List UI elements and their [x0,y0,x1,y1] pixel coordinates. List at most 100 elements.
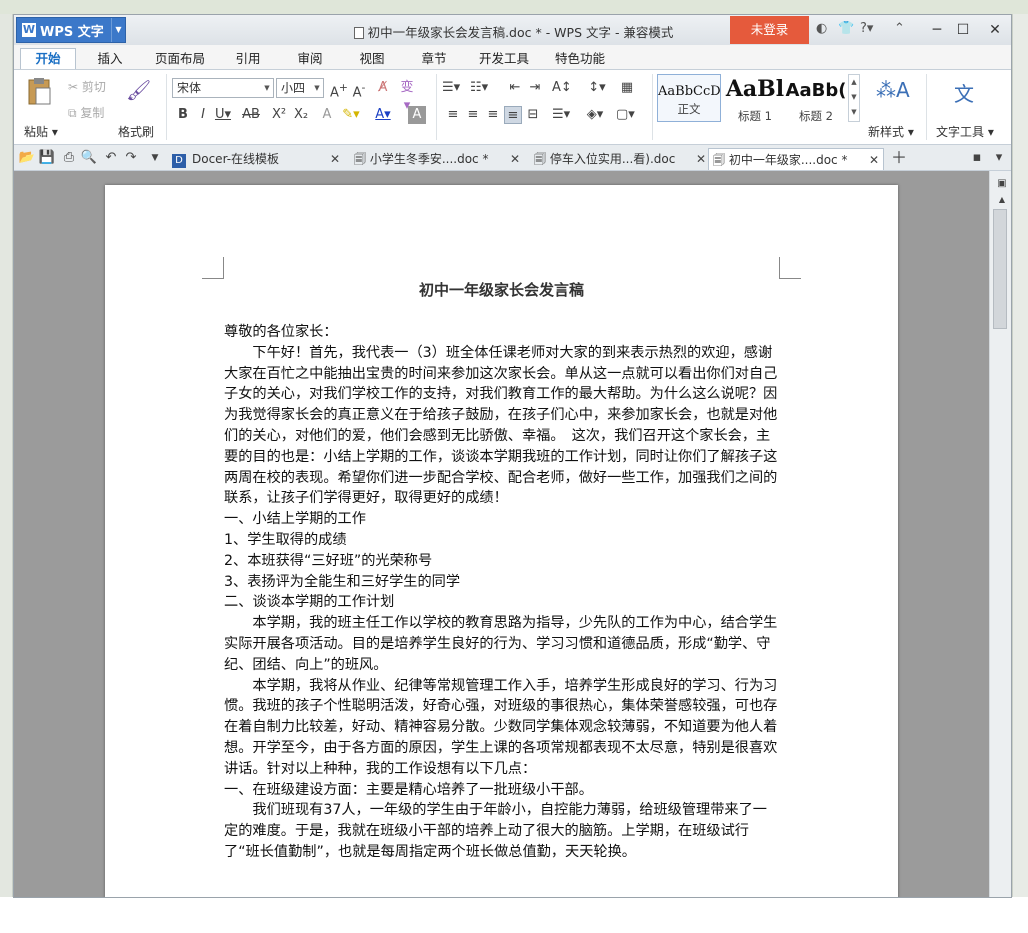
clear-format-icon[interactable]: A̸ [374,79,392,97]
tab-list-icon[interactable]: ▾ [990,149,1008,167]
bullet-list-icon[interactable]: ☰▾ [442,79,460,97]
document-tabs: 📂 💾 ⎙ 🔍 ↶ ↷ ▼ D Docer-在线模板 ✕ 🗐 小学生冬季安....d… [14,145,1011,171]
tab-special[interactable]: 特色功能 [548,49,612,69]
shrink-font-icon[interactable]: A- [350,79,368,100]
close-icon[interactable]: ✕ [510,148,520,170]
tab-page-layout[interactable]: 页面布局 [148,49,212,69]
font-color-icon[interactable]: A▾ [374,106,392,124]
doc-tab-label: 小学生冬季安....doc * [369,152,489,166]
docer-icon: D [172,154,186,168]
italic-icon[interactable]: I [194,106,212,124]
numbered-list-icon[interactable]: ☷▾ [470,79,488,97]
strikethrough-icon[interactable]: AB [242,106,260,124]
style-sample: AaBb( [785,80,847,101]
ribbon: 粘贴 ▾ ✂ 剪切 ⧉ 复制 🖌 格式刷 宋体 ▼ 小四 ▼ A+ A- A̸ 变▾… [14,69,1011,145]
doc-tab-3[interactable]: 🗐 停车入位实用...看).doc ✕ [530,148,706,170]
text-tools-button[interactable]: 文字工具 ▾ [936,123,994,140]
skin-icon[interactable]: ◐ [816,21,827,36]
superscript-icon[interactable]: X² [270,106,288,124]
tab-developer[interactable]: 开发工具 [472,49,536,69]
text-direction-icon[interactable]: A↕ [552,79,572,97]
help-icon[interactable]: ?▾ [860,21,873,36]
cut-label: 剪切 [81,80,106,94]
scroll-thumb[interactable] [993,209,1007,329]
style-label: 正文 [677,102,701,116]
redo-icon[interactable]: ↷ [122,149,140,167]
char-shading-icon[interactable]: A [408,106,426,124]
border-icon[interactable]: ▢▾ [616,106,635,124]
restore-tabs-icon[interactable]: ▪ [968,149,986,167]
close-icon[interactable]: ✕ [869,149,879,171]
minimize-button[interactable]: ─ [924,19,950,41]
font-family-select[interactable]: 宋体 ▼ [172,78,274,98]
new-style-icon[interactable]: ⁂A [876,78,910,102]
subscript-icon[interactable]: X₂ [292,106,310,124]
print-preview-icon[interactable]: 🔍 [80,149,98,167]
tab-insert[interactable]: 插入 [86,49,134,69]
highlight-icon[interactable]: ✎▾ [342,106,360,124]
close-button[interactable]: ✕ [982,19,1008,41]
line-spacing-icon[interactable]: ☰▾ [552,106,570,124]
save-icon[interactable]: 💾 [38,149,56,167]
chevron-down-icon: ▼ [264,84,270,92]
shirt-icon[interactable]: 👕 [838,21,854,36]
decrease-indent-icon[interactable]: ⇤ [506,79,524,97]
grow-font-icon[interactable]: A+ [330,79,348,100]
divider [926,74,927,140]
close-icon[interactable]: ✕ [330,148,340,170]
collapse-ribbon-icon[interactable]: ⌃ [894,21,905,36]
text-effect-icon[interactable]: A [318,106,336,124]
maximize-button[interactable]: ☐ [950,19,976,41]
increase-indent-icon[interactable]: ⇥ [526,79,544,97]
login-button[interactable]: 未登录 [730,16,809,44]
cut-button[interactable]: ✂ 剪切 [68,78,106,95]
new-style-button[interactable]: 新样式 ▾ [868,123,914,140]
paragraph: 本学期，我的班主任工作以学校的教育思路为指导，少先队的工作为中心，结合学生实际开… [224,615,778,673]
paragraph: 3、表扬评为全能生和三好学生的同学 [224,573,461,590]
paste-icon[interactable] [24,76,60,106]
paste-button[interactable]: 粘贴 ▾ [24,123,58,140]
underline-icon[interactable]: U▾ [214,106,232,124]
doc-tab-label: 停车入位实用...看).doc [549,152,676,166]
tab-section[interactable]: 章节 [410,49,458,69]
tab-view[interactable]: 视图 [348,49,396,69]
quick-access-dropdown-icon[interactable]: ▼ [146,149,164,167]
tab-home[interactable]: 开始 [20,48,76,70]
align-right-icon[interactable]: ≡ [484,106,502,124]
style-label: 标题 2 [799,109,833,122]
open-icon[interactable]: 📂 [18,149,36,167]
sort-icon[interactable]: ↕▾ [588,79,606,97]
text-tools-icon[interactable]: 文 [954,78,974,107]
align-center-icon[interactable]: ≡ [464,106,482,124]
tab-review[interactable]: 审阅 [286,49,334,69]
bold-icon[interactable]: B [174,106,192,124]
copy-button[interactable]: ⧉ 复制 [68,104,104,121]
font-size-select[interactable]: 小四 ▼ [276,78,324,98]
document-page[interactable]: 初中一年级家长会发言稿 尊敬的各位家长： 下午好！首先，我代表一（3）班全体任课… [105,185,898,897]
distributed-icon[interactable]: ⊟ [524,106,542,124]
align-left-icon[interactable]: ≡ [444,106,462,124]
style-normal[interactable]: AaBbCcD 正文 [657,74,721,122]
shading-icon[interactable]: ◈▾ [586,106,604,124]
print-icon[interactable]: ⎙ [60,149,78,167]
paragraph: 下午好！首先，我代表一（3）班全体任课老师对大家的到来表示热烈的欢迎，感谢大家在… [224,344,778,507]
phonetic-icon[interactable]: 变▾ [398,79,416,113]
new-tab-icon[interactable]: ＋ [890,149,908,167]
scroll-up-icon[interactable]: ▲ [993,191,1011,209]
format-painter-button[interactable]: 格式刷 [118,123,154,140]
table-icon[interactable]: ▦ [618,79,636,97]
paragraph: 本学期，我将从作业、纪律等常规管理工作入手，培养学生形成良好的学习、行为习惯。我… [224,677,778,777]
vertical-scrollbar[interactable]: ▣ ▲ [989,171,1011,897]
doc-tab-2[interactable]: 🗐 小学生冬季安....doc * ✕ [350,148,520,170]
style-gallery-scroll[interactable]: ▲ ▼ ▼ [848,74,860,122]
doc-tab-active[interactable]: 🗐 初中一年级家....doc * ✕ [708,148,884,170]
doc-tab-docer[interactable]: D Docer-在线模板 ✕ [168,148,340,170]
format-painter-icon[interactable]: 🖌 [126,78,151,102]
tab-references[interactable]: 引用 [224,49,272,69]
style-heading2[interactable]: AaBb( 标题 2 [785,74,847,122]
background-window-left [0,14,13,898]
style-heading1[interactable]: AaBl 标题 1 [723,74,787,123]
justify-icon[interactable]: ≡ [504,106,522,124]
undo-icon[interactable]: ↶ [102,149,120,167]
close-icon[interactable]: ✕ [696,148,706,170]
